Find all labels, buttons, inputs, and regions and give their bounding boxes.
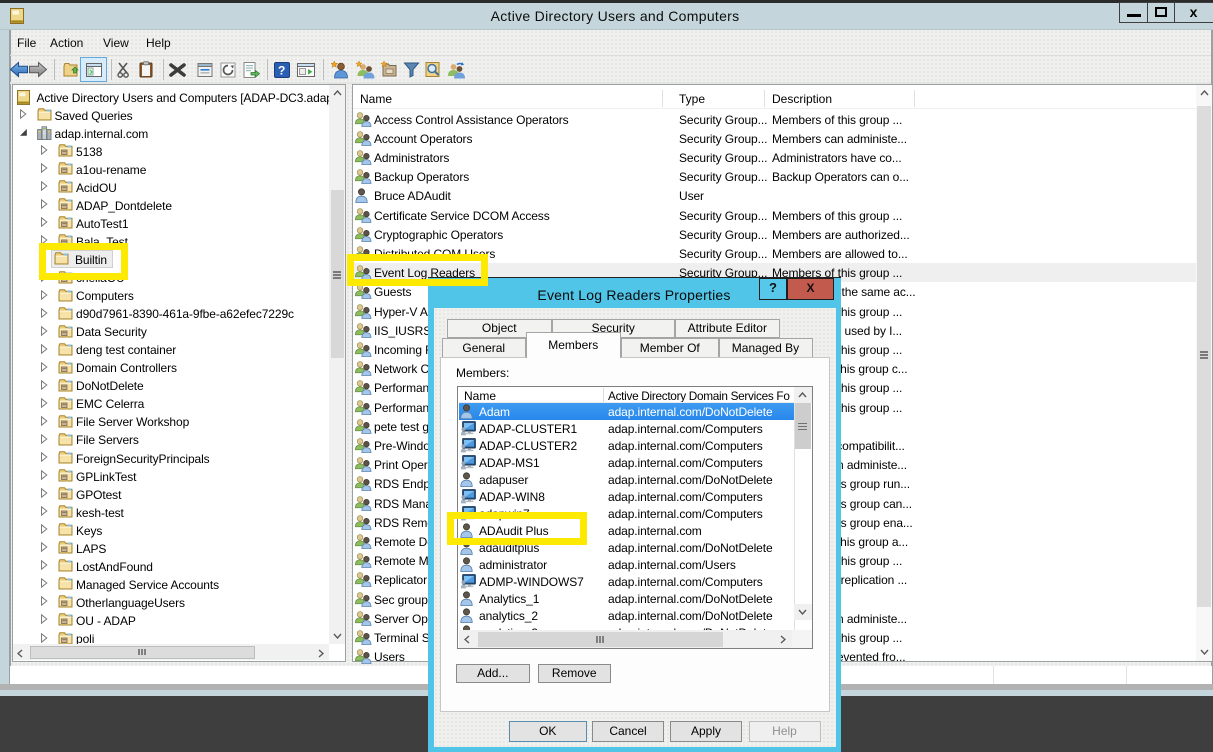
- svg-text:?: ?: [278, 63, 285, 77]
